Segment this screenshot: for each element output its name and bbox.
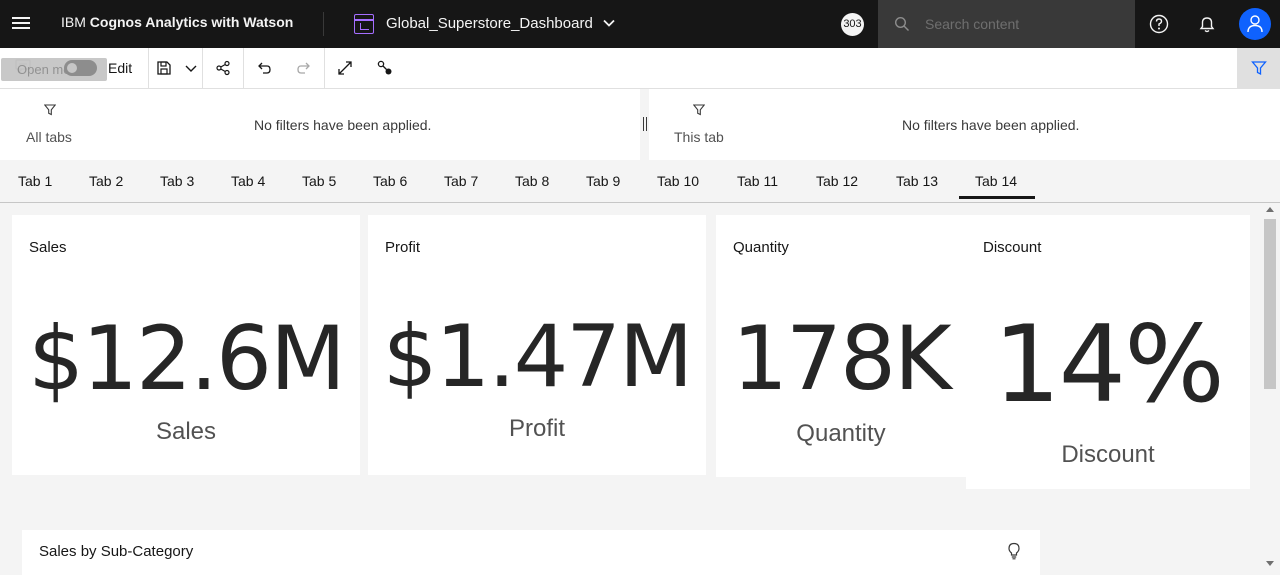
- all-tabs-filter-panel[interactable]: All tabs No filters have been applied.: [0, 89, 640, 160]
- dashboard-toolbar: Open menu Edit: [0, 48, 1280, 89]
- hamburger-menu-icon[interactable]: [12, 14, 30, 32]
- redo-icon[interactable]: [296, 60, 312, 76]
- toolbar-separator: [243, 48, 244, 89]
- this-tab-label: This tab: [674, 129, 724, 145]
- this-tab-empty-message: No filters have been applied.: [902, 117, 1080, 133]
- kpi-card-quantity[interactable]: Quantity 178K Quantity: [716, 215, 966, 477]
- chevron-down-icon[interactable]: [602, 16, 616, 30]
- kpi-caption: Sales: [155, 418, 217, 445]
- toolbar-separator: [148, 48, 149, 89]
- kpi-caption: Discount: [1061, 441, 1155, 468]
- user-icon: [1247, 15, 1263, 33]
- kpi-value: $1.47M: [382, 307, 693, 407]
- tab-12[interactable]: Tab 12: [816, 173, 858, 189]
- tab-5[interactable]: Tab 5: [302, 173, 336, 189]
- filter-strip: All tabs No filters have been applied. T…: [0, 89, 1280, 161]
- dashboard-canvas: Sales $12.6M Sales Profit $1.47M Profit …: [0, 203, 1262, 575]
- toolbar-separator: [202, 48, 203, 89]
- kpi-value: 178K: [732, 307, 952, 410]
- top-navigation-bar: IBM Cognos Analytics with Watson Global_…: [0, 0, 1280, 48]
- scrollbar-thumb[interactable]: [1264, 219, 1276, 389]
- kpi-card-title: Discount: [983, 239, 1042, 256]
- tab-9[interactable]: Tab 9: [586, 173, 620, 189]
- user-avatar[interactable]: [1239, 8, 1271, 40]
- edit-mode-toggle[interactable]: [64, 60, 97, 76]
- save-icon[interactable]: [156, 60, 172, 76]
- search-icon: [894, 16, 909, 31]
- kpi-value: 14%: [993, 303, 1225, 426]
- canvas-scrollbar[interactable]: [1262, 203, 1280, 570]
- kpi-card-title: Sales: [29, 239, 67, 256]
- tab-1[interactable]: Tab 1: [18, 173, 52, 189]
- undo-icon[interactable]: [256, 60, 272, 76]
- kpi-card-profit[interactable]: Profit $1.47M Profit: [368, 215, 706, 475]
- edit-label: Edit: [108, 60, 133, 76]
- kpi-caption: Quantity: [796, 420, 886, 447]
- widget-title: Sales by Sub-Category: [39, 543, 194, 560]
- header-divider: [323, 12, 324, 36]
- search-bar[interactable]: [878, 0, 1135, 48]
- sales-by-subcategory-widget[interactable]: Sales by Sub-Category: [22, 530, 1040, 575]
- tab-6[interactable]: Tab 6: [373, 173, 407, 189]
- lightbulb-insights-icon[interactable]: [1006, 542, 1022, 560]
- filter-icon: [44, 104, 56, 116]
- tab-2[interactable]: Tab 2: [89, 173, 123, 189]
- product-name: IBM Cognos Analytics with Watson: [61, 14, 294, 30]
- tab-14[interactable]: Tab 14: [975, 173, 1017, 189]
- tab-8[interactable]: Tab 8: [515, 173, 549, 189]
- kpi-card-title: Quantity: [733, 239, 789, 256]
- fullscreen-icon[interactable]: [337, 60, 353, 76]
- search-input[interactable]: [925, 13, 1125, 35]
- filter-icon: [693, 104, 705, 116]
- tab-3[interactable]: Tab 3: [160, 173, 194, 189]
- dashboard-tab-bar: Tab 1 Tab 2 Tab 3 Tab 4 Tab 5 Tab 6 Tab …: [0, 161, 1280, 203]
- dashboard-icon: [354, 14, 374, 34]
- toolbar-separator: [324, 48, 325, 89]
- share-icon[interactable]: [215, 60, 231, 76]
- dashboard-title[interactable]: Global_Superstore_Dashboard: [386, 15, 593, 32]
- kpi-caption: Profit: [508, 415, 565, 442]
- filter-panel-splitter[interactable]: [643, 117, 647, 131]
- notification-counter-badge: 303: [841, 13, 864, 36]
- tab-11[interactable]: Tab 11: [737, 173, 778, 189]
- all-tabs-label: All tabs: [26, 129, 72, 145]
- filter-icon: [1251, 61, 1267, 76]
- kpi-value: $12.6M: [28, 307, 346, 410]
- active-tab-indicator: [959, 196, 1035, 199]
- all-tabs-empty-message: No filters have been applied.: [254, 117, 432, 133]
- scroll-down-arrow-icon[interactable]: [1266, 561, 1274, 566]
- kpi-card-discount[interactable]: Discount 14% Discount: [966, 215, 1250, 489]
- this-tab-filter-panel[interactable]: This tab No filters have been applied.: [649, 89, 1280, 160]
- scroll-up-arrow-icon[interactable]: [1266, 207, 1274, 212]
- kpi-card-sales[interactable]: Sales $12.6M Sales: [12, 215, 360, 475]
- help-icon[interactable]: [1149, 14, 1169, 34]
- tab-10[interactable]: Tab 10: [657, 173, 699, 189]
- tab-7[interactable]: Tab 7: [444, 173, 478, 189]
- filters-panel-button[interactable]: [1237, 48, 1280, 88]
- relationships-icon[interactable]: [377, 60, 393, 76]
- save-options-chevron-icon[interactable]: [183, 60, 199, 76]
- kpi-card-title: Profit: [385, 239, 421, 256]
- tab-4[interactable]: Tab 4: [231, 173, 265, 189]
- tab-13[interactable]: Tab 13: [896, 173, 938, 189]
- notifications-bell-icon[interactable]: [1197, 14, 1217, 34]
